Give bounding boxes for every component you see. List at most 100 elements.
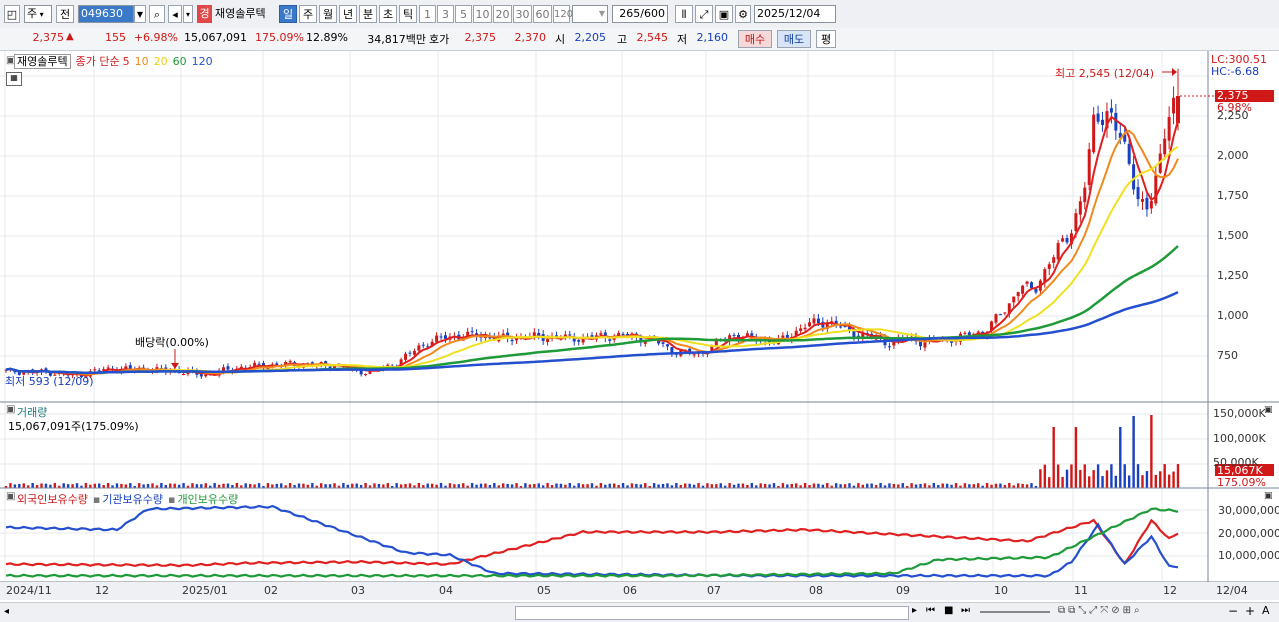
hold-tick-30m: 30,000,000 — [1218, 504, 1279, 517]
candle-body — [843, 326, 847, 328]
interval-30-button[interactable]: 30 — [513, 5, 532, 23]
jump-end-icon[interactable]: ⏭ — [961, 605, 970, 616]
volume-bar — [355, 483, 358, 488]
volume-bar — [386, 483, 389, 488]
volume-bar — [257, 483, 261, 488]
eval-button[interactable]: 평 — [816, 30, 836, 48]
period-minute-button[interactable]: 분 — [359, 5, 377, 23]
market-type-select[interactable]: 주 ▾ — [24, 5, 52, 23]
period-day-button[interactable]: 일 — [279, 5, 297, 23]
save-icon[interactable]: ▣ — [715, 5, 733, 23]
interval-60-button[interactable]: 60 — [533, 5, 552, 23]
volume-bar — [688, 483, 691, 488]
zoom-slider[interactable] — [980, 611, 1050, 613]
bid-price: 2,370 — [514, 31, 547, 44]
data-count-total: /600 — [640, 7, 665, 20]
font-size-icon[interactable]: A — [1262, 604, 1270, 617]
interval-5-button[interactable]: 5 — [455, 5, 472, 23]
volume-pane-close-icon[interactable]: ▣ — [1264, 405, 1273, 415]
date-input[interactable]: 2025/12/04 — [754, 5, 836, 23]
zoom-out-icon[interactable]: − — [1228, 604, 1238, 618]
code-dropdown-icon[interactable]: ▼ — [134, 5, 146, 23]
candle-body — [408, 352, 412, 354]
volume-bar — [151, 483, 154, 488]
view-tools-icons[interactable]: ⧉⧉⤡⤢⤧⊘⊞⌕ — [1058, 605, 1143, 616]
custom-interval-input[interactable]: ▼ — [572, 5, 608, 23]
candle-body — [1074, 213, 1078, 231]
volume-ratio: 175.09% — [255, 31, 304, 44]
candle-body — [106, 367, 110, 369]
period-year-button[interactable]: 년 — [339, 5, 357, 23]
volume-bar — [377, 483, 381, 488]
volume-bar — [288, 483, 292, 488]
period-month-button[interactable]: 월 — [319, 5, 337, 23]
volume-settings-icon[interactable]: ▣ — [6, 404, 15, 415]
period-week-button[interactable]: 주 — [299, 5, 317, 23]
scroll-right-icon[interactable]: ▸ — [912, 605, 917, 616]
candle-type-icon[interactable]: ⫴ — [675, 5, 693, 23]
holding-settings-icon[interactable]: ▣ — [6, 491, 15, 502]
dividend-annotation: 배당락(0.00%) — [135, 336, 209, 349]
stock-code-input[interactable]: 049630 — [78, 5, 134, 23]
table-icon[interactable]: ▦ — [6, 72, 22, 86]
stock-name: 재영솔루텍 — [215, 7, 266, 20]
stock-chart[interactable] — [0, 51, 1279, 604]
draw-tool-icon[interactable]: ⤢ — [695, 5, 713, 23]
prev-button[interactable]: 전 — [56, 5, 74, 23]
candle-body — [1030, 282, 1033, 288]
scroll-left-icon[interactable]: ◂ — [4, 606, 9, 617]
volume-bar — [479, 483, 483, 488]
data-count-input[interactable]: 265/600 — [612, 5, 668, 23]
interval-1-button[interactable]: 1 — [419, 5, 436, 23]
candle-body — [1025, 281, 1029, 284]
y-tick-1500: 1,500 — [1217, 229, 1249, 242]
sell-button[interactable]: 매도 — [777, 30, 811, 48]
candle-body — [470, 331, 474, 333]
scroll-thumb[interactable] — [515, 606, 909, 620]
gear-icon[interactable]: ⚙ — [735, 5, 751, 23]
volume-bar — [803, 483, 807, 488]
speaker-icon[interactable]: ◂ — [168, 5, 182, 23]
volume-bar — [213, 483, 216, 488]
price-stock-label[interactable]: 재영솔루텍 — [14, 54, 71, 69]
volume-bar — [919, 483, 922, 488]
high-annotation: 최고 2,545 (12/04) — [1055, 67, 1155, 80]
y-tick-1250: 1,250 — [1217, 269, 1249, 282]
interval-3-button[interactable]: 3 — [437, 5, 454, 23]
volume-bar — [173, 483, 176, 488]
interval-10-button[interactable]: 10 — [473, 5, 492, 23]
holding-pane-close-icon[interactable]: ▣ — [1264, 491, 1273, 501]
candle-body — [1109, 108, 1113, 113]
candle-body — [923, 342, 927, 348]
period-tick-button[interactable]: 틱 — [399, 5, 417, 23]
interval-120-button[interactable]: 120 — [553, 5, 573, 23]
volume-bar — [768, 484, 771, 488]
volume-bar — [719, 483, 722, 488]
interval-20-button[interactable]: 20 — [493, 5, 512, 23]
stop-icon[interactable]: ■ — [944, 605, 953, 616]
volume-bar — [546, 483, 549, 488]
period-second-button[interactable]: 초 — [379, 5, 397, 23]
x-axis-label: 2025/01 — [182, 584, 228, 597]
volume-bar — [324, 484, 327, 488]
institution-holding-legend: 기관보유수량 — [102, 493, 164, 506]
volume-bar — [954, 483, 958, 488]
candle-body — [1163, 138, 1167, 155]
buy-button[interactable]: 매수 — [738, 30, 772, 48]
zoom-in-icon[interactable]: + — [1245, 604, 1255, 618]
bottom-scrollbar[interactable]: ◂ ▸ ⏮ ■ ⏭ ⧉⧉⤡⤢⤧⊘⊞⌕ − + A — [0, 602, 1279, 622]
speaker-dropdown-icon[interactable]: ▾ — [183, 5, 193, 23]
window-menu-icon[interactable]: ◰ — [4, 5, 20, 23]
jump-start-icon[interactable]: ⏮ — [926, 605, 935, 616]
volume-bar — [31, 483, 34, 488]
volume-bar — [66, 484, 70, 488]
current-price: 2,375 — [32, 31, 65, 44]
search-icon[interactable]: ⌕ — [149, 5, 165, 23]
candle-body — [1145, 197, 1149, 210]
volume-bar — [244, 483, 247, 488]
candle-body — [963, 332, 967, 334]
volume-bar — [129, 483, 132, 488]
volume-bar — [528, 484, 532, 488]
data-count-value: 265 — [619, 7, 641, 20]
volume-bar — [985, 483, 989, 488]
